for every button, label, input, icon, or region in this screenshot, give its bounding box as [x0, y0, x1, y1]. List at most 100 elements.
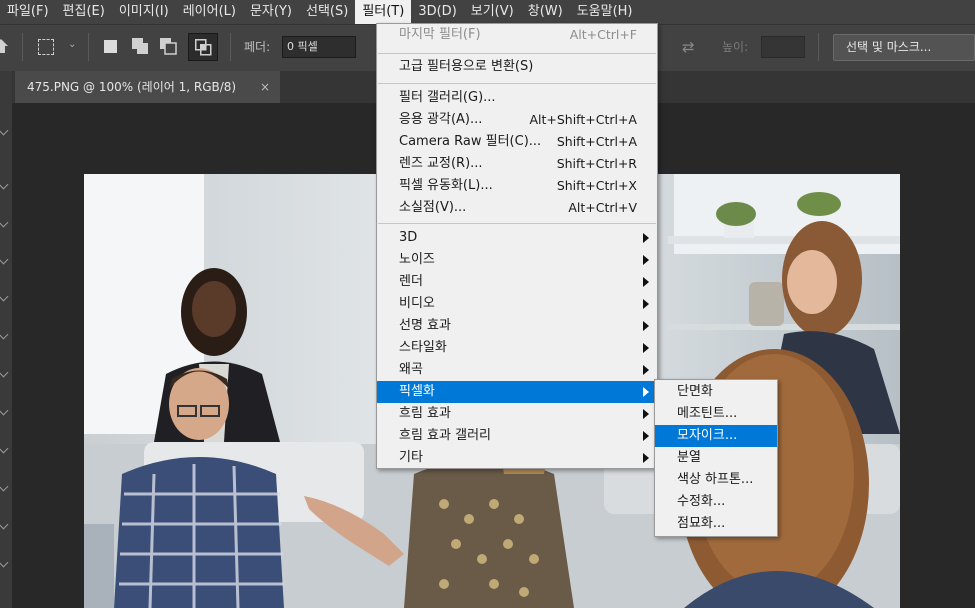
menu-type[interactable]: 문자(Y)	[243, 0, 299, 24]
menu-window[interactable]: 창(W)	[521, 0, 570, 24]
menu-3d[interactable]: 3D(D)	[411, 0, 463, 24]
menu-item-other[interactable]: 기타	[377, 447, 657, 469]
feather-input[interactable]: 0 픽셀	[282, 36, 356, 58]
tool-expand-icon[interactable]	[0, 481, 9, 492]
submenu-arrow-icon	[643, 233, 649, 243]
menu-item-pixelate[interactable]: 픽셀화	[377, 381, 657, 403]
menu-view[interactable]: 보기(V)	[464, 0, 521, 24]
height-input[interactable]	[761, 36, 805, 58]
menu-bar: 파일(F) 편집(E) 이미지(I) 레이어(L) 문자(Y) 선택(S) 필터…	[0, 0, 975, 24]
rectangular-marquee-icon[interactable]	[38, 39, 54, 55]
submenu-item-label: 색상 하프톤...	[677, 472, 754, 487]
menu-item-video[interactable]: 비디오	[377, 293, 657, 315]
submenu-arrow-icon	[643, 365, 649, 375]
menu-item-lens-correction[interactable]: 렌즈 교정(R)... Shift+Ctrl+R	[377, 153, 657, 175]
menu-item-label: 선명 효과	[399, 318, 451, 333]
menu-item-shortcut: Shift+Ctrl+X	[556, 178, 637, 193]
menu-edit[interactable]: 편집(E)	[56, 0, 112, 24]
menu-item-noise[interactable]: 노이즈	[377, 249, 657, 271]
menu-item-adaptive-wide-angle[interactable]: 응용 광각(A)... Alt+Shift+Ctrl+A	[377, 109, 657, 131]
chevron-down-icon[interactable]: ⌄	[68, 39, 76, 50]
menu-item-shortcut: Alt+Shift+Ctrl+A	[529, 112, 637, 127]
menu-item-sharpen[interactable]: 선명 효과	[377, 315, 657, 337]
menu-separator	[378, 83, 656, 84]
menu-file[interactable]: 파일(F)	[0, 0, 56, 24]
menu-filter[interactable]: 필터(T)	[355, 0, 412, 24]
submenu-item-label: 분열	[677, 450, 701, 465]
menu-item-camera-raw[interactable]: Camera Raw 필터(C)... Shift+Ctrl+A	[377, 131, 657, 153]
submenu-arrow-icon	[643, 277, 649, 287]
menu-item-label: 흐림 효과 갤러리	[399, 428, 491, 443]
menu-item-label: Camera Raw 필터(C)...	[399, 134, 542, 149]
menu-item-label: 필터 갤러리(G)...	[399, 90, 496, 105]
select-and-mask-button[interactable]: 선택 및 마스크...	[833, 34, 975, 61]
menu-item-label: 스타일화	[399, 340, 447, 355]
menu-help[interactable]: 도움말(H)	[570, 0, 640, 24]
submenu-arrow-icon	[643, 255, 649, 265]
submenu-item-fragment[interactable]: 분열	[655, 447, 777, 469]
menu-layer[interactable]: 레이어(L)	[176, 0, 243, 24]
divider	[88, 33, 89, 61]
tool-expand-icon[interactable]	[0, 179, 9, 190]
menu-item-filter-gallery[interactable]: 필터 갤러리(G)...	[377, 87, 657, 109]
menu-select[interactable]: 선택(S)	[299, 0, 355, 24]
submenu-item-pointillize[interactable]: 점묘화...	[655, 513, 777, 535]
feather-label: 페더:	[244, 40, 271, 54]
home-icon[interactable]	[0, 38, 8, 54]
menu-item-distort[interactable]: 왜곡	[377, 359, 657, 381]
menu-separator	[378, 223, 656, 224]
submenu-arrow-icon	[643, 343, 649, 353]
intersect-selection-button[interactable]	[188, 33, 218, 61]
document-tab-title: 475.PNG @ 100% (레이어 1, RGB/8)	[27, 80, 237, 94]
menu-item-blur-gallery[interactable]: 흐림 효과 갤러리	[377, 425, 657, 447]
tools-panel	[0, 71, 12, 608]
menu-item-blur[interactable]: 흐림 효과	[377, 403, 657, 425]
menu-item-vanishing-point[interactable]: 소실점(V)... Alt+Ctrl+V	[377, 197, 657, 219]
tool-expand-icon[interactable]	[0, 443, 9, 454]
subtract-from-selection-icon[interactable]	[160, 38, 177, 55]
tool-expand-icon[interactable]	[0, 291, 9, 302]
menu-item-convert-smart-filter[interactable]: 고급 필터용으로 변환(S)	[377, 56, 657, 78]
submenu-item-facet[interactable]: 단면화	[655, 381, 777, 403]
menu-image[interactable]: 이미지(I)	[112, 0, 176, 24]
menu-item-shortcut: Shift+Ctrl+A	[556, 134, 637, 149]
menu-item-label: 비디오	[399, 296, 435, 311]
tool-expand-icon[interactable]	[0, 125, 9, 136]
close-icon[interactable]: ×	[260, 71, 270, 103]
submenu-arrow-icon	[643, 409, 649, 419]
menu-item-render[interactable]: 렌더	[377, 271, 657, 293]
tool-expand-icon[interactable]	[0, 519, 9, 530]
menu-item-stylize[interactable]: 스타일화	[377, 337, 657, 359]
menu-item-3d[interactable]: 3D	[377, 227, 657, 249]
tool-expand-icon[interactable]	[0, 367, 9, 378]
tool-expand-icon[interactable]	[0, 557, 9, 568]
menu-item-label: 소실점(V)...	[399, 200, 467, 215]
menu-item-label: 픽셀 유동화(L)...	[399, 178, 493, 193]
menu-item-label: 노이즈	[399, 252, 435, 267]
tool-expand-icon[interactable]	[0, 405, 9, 416]
divider	[818, 33, 819, 61]
submenu-item-crystallize[interactable]: 수정화...	[655, 491, 777, 513]
menu-item-label: 3D	[399, 230, 418, 245]
menu-item-shortcut: Alt+Ctrl+V	[568, 200, 637, 215]
submenu-arrow-icon	[643, 321, 649, 331]
submenu-item-mezzotint[interactable]: 메조틴트...	[655, 403, 777, 425]
divider	[22, 33, 23, 61]
menu-item-label: 마지막 필터(F)	[399, 27, 481, 42]
submenu-item-color-halftone[interactable]: 색상 하프톤...	[655, 469, 777, 491]
menu-item-liquify[interactable]: 픽셀 유동화(L)... Shift+Ctrl+X	[377, 175, 657, 197]
menu-item-label: 기타	[399, 450, 423, 465]
submenu-item-mosaic[interactable]: 모자이크...	[655, 425, 777, 447]
menu-item-label: 픽셀화	[399, 384, 435, 399]
tool-expand-icon[interactable]	[0, 329, 9, 340]
document-tab[interactable]: 475.PNG @ 100% (레이어 1, RGB/8) ×	[15, 71, 280, 103]
submenu-item-label: 모자이크...	[677, 428, 738, 443]
tool-expand-icon[interactable]	[0, 254, 9, 265]
menu-item-label: 흐림 효과	[399, 406, 451, 421]
new-selection-icon[interactable]	[104, 40, 117, 53]
submenu-item-label: 메조틴트...	[677, 406, 738, 421]
submenu-arrow-icon	[643, 453, 649, 463]
swap-dimensions-icon[interactable]: ⇄	[682, 38, 695, 56]
tool-expand-icon[interactable]	[0, 217, 9, 228]
add-to-selection-icon[interactable]	[132, 38, 149, 55]
